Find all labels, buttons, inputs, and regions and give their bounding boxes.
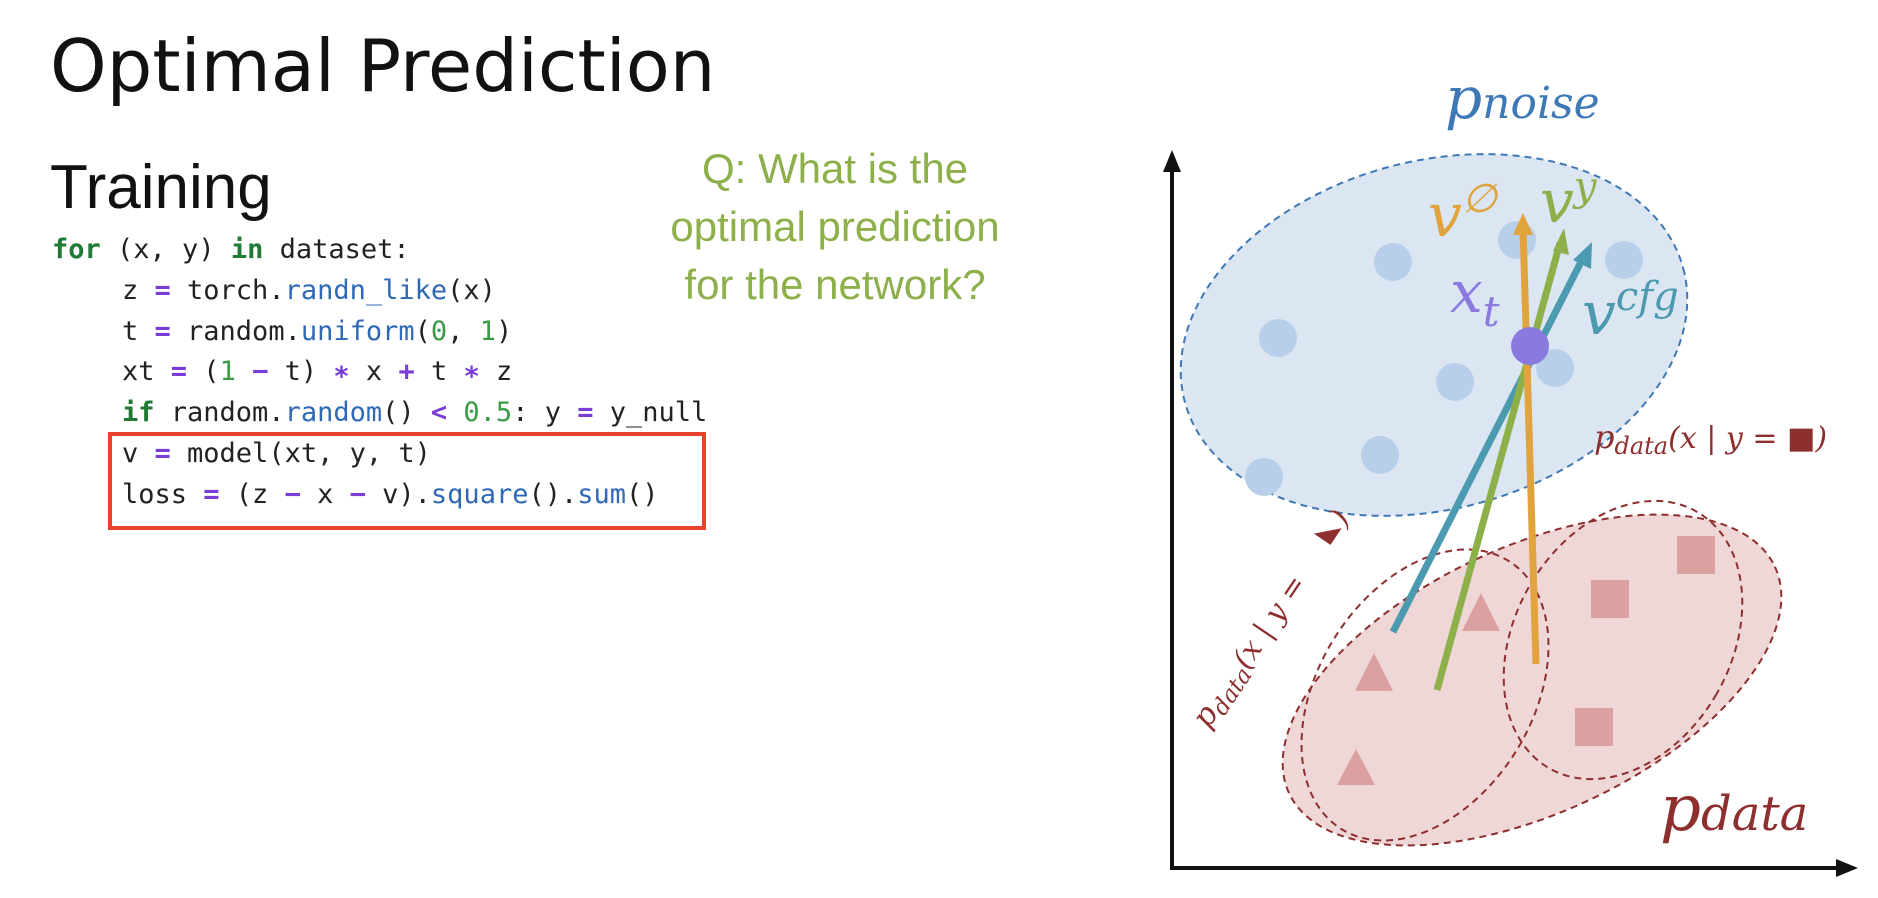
p-data-square-label: pdata(x | y = ■)	[1594, 418, 1827, 460]
x-axis-arrow-icon	[1836, 859, 1858, 877]
xt-point	[1511, 327, 1549, 365]
p-noise-label: pnoise	[1445, 64, 1600, 132]
noise-distribution-ellipse	[1179, 153, 1689, 517]
noise-sample-dot	[1361, 436, 1399, 474]
flow-diagram: pnoise v∅ vy vcfg xt pdata(x | y = ■) pd…	[1163, 64, 1858, 877]
y-axis-arrow-icon	[1163, 150, 1181, 172]
noise-sample-dot	[1259, 319, 1297, 357]
noise-sample-dot	[1436, 363, 1474, 401]
p-data-label: pdata	[1660, 772, 1808, 846]
square-marker-icon	[1677, 536, 1715, 574]
noise-sample-dot	[1374, 243, 1412, 281]
square-marker-icon	[1591, 580, 1629, 618]
noise-sample-dot	[1245, 458, 1283, 496]
square-marker-icon	[1575, 708, 1613, 746]
